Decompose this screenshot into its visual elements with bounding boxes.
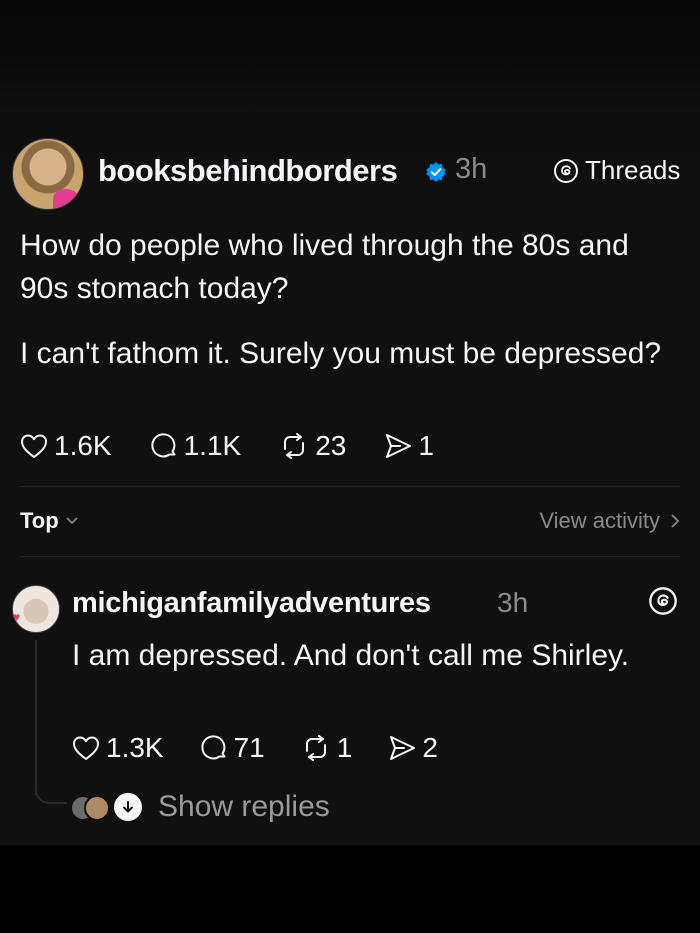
like-count: 1.6K <box>54 430 112 461</box>
repost-icon <box>305 735 326 761</box>
view-activity-link[interactable]: View activity <box>539 508 680 534</box>
avatar <box>84 795 110 821</box>
chevron-right-icon <box>671 514 680 528</box>
show-replies-label: Show replies <box>158 790 330 823</box>
bottom-blank-area <box>0 848 700 933</box>
chevron-down-icon <box>66 517 78 525</box>
thread-connector-curve <box>35 780 67 804</box>
divider <box>20 486 680 487</box>
threads-logo-icon[interactable] <box>648 586 678 616</box>
reply-author-username[interactable]: michiganfamilyadventures <box>72 587 431 620</box>
expand-arrow-icon <box>112 791 144 823</box>
comment-count: 1.1K <box>183 430 242 461</box>
reply-like-button[interactable]: 1.3K <box>72 732 164 764</box>
threads-source-label[interactable]: Threads <box>553 155 680 186</box>
share-button[interactable]: 1 <box>384 430 434 462</box>
reply-time: 3h <box>497 587 529 618</box>
view-activity-label: View activity <box>539 508 660 533</box>
heart-icon <box>21 434 47 458</box>
show-replies-button[interactable]: Show replies <box>70 790 330 824</box>
reply-share-count: 2 <box>422 732 438 763</box>
heart-icon <box>73 736 99 760</box>
like-button[interactable]: 1.6K <box>20 430 112 462</box>
post-actions: 1.6K 1.1K 23 1 <box>20 430 434 462</box>
reply-share-button[interactable]: 2 <box>388 732 438 764</box>
comment-icon <box>150 433 176 458</box>
verified-badge-icon <box>426 162 446 182</box>
post-author-username[interactable]: booksbehindborders <box>98 153 398 189</box>
share-icon <box>386 434 412 458</box>
threads-logo-icon <box>554 158 578 183</box>
reply-comment-button[interactable]: 71 <box>200 732 265 764</box>
reply-author-avatar[interactable]: ♥ <box>12 585 60 633</box>
reply-text: I am depressed. And don't call me Shirle… <box>72 639 630 672</box>
comment-icon <box>200 735 226 760</box>
threads-source-text: Threads <box>585 155 681 185</box>
thread-connector-line <box>35 640 37 795</box>
post-text-paragraph-2: I can't fathom it. Surely you must be de… <box>20 337 662 370</box>
sort-dropdown[interactable]: Top <box>20 508 79 534</box>
top-blank-area <box>0 0 700 112</box>
post-text-paragraph-1: How do people who lived through the 80s … <box>20 229 629 305</box>
post-time: 3h <box>455 153 488 185</box>
sort-label: Top <box>20 508 59 533</box>
repost-button[interactable]: 23 <box>279 430 346 462</box>
share-icon <box>390 736 416 760</box>
divider <box>20 556 680 557</box>
repost-icon <box>284 433 305 459</box>
repost-count: 23 <box>315 430 347 461</box>
replier-avatars <box>70 791 148 823</box>
share-count: 1 <box>418 430 434 461</box>
reply-comment-count: 71 <box>233 732 265 763</box>
comment-button[interactable]: 1.1K <box>150 430 242 462</box>
post-author-avatar[interactable] <box>12 138 84 210</box>
reply-actions: 1.3K 71 1 2 <box>72 732 438 764</box>
threads-screenshot: booksbehindborders 3h Threads How do peo… <box>0 0 700 933</box>
reply-repost-button[interactable]: 1 <box>301 732 353 764</box>
reply-repost-count: 1 <box>336 732 353 763</box>
reply-like-count: 1.3K <box>106 732 164 763</box>
